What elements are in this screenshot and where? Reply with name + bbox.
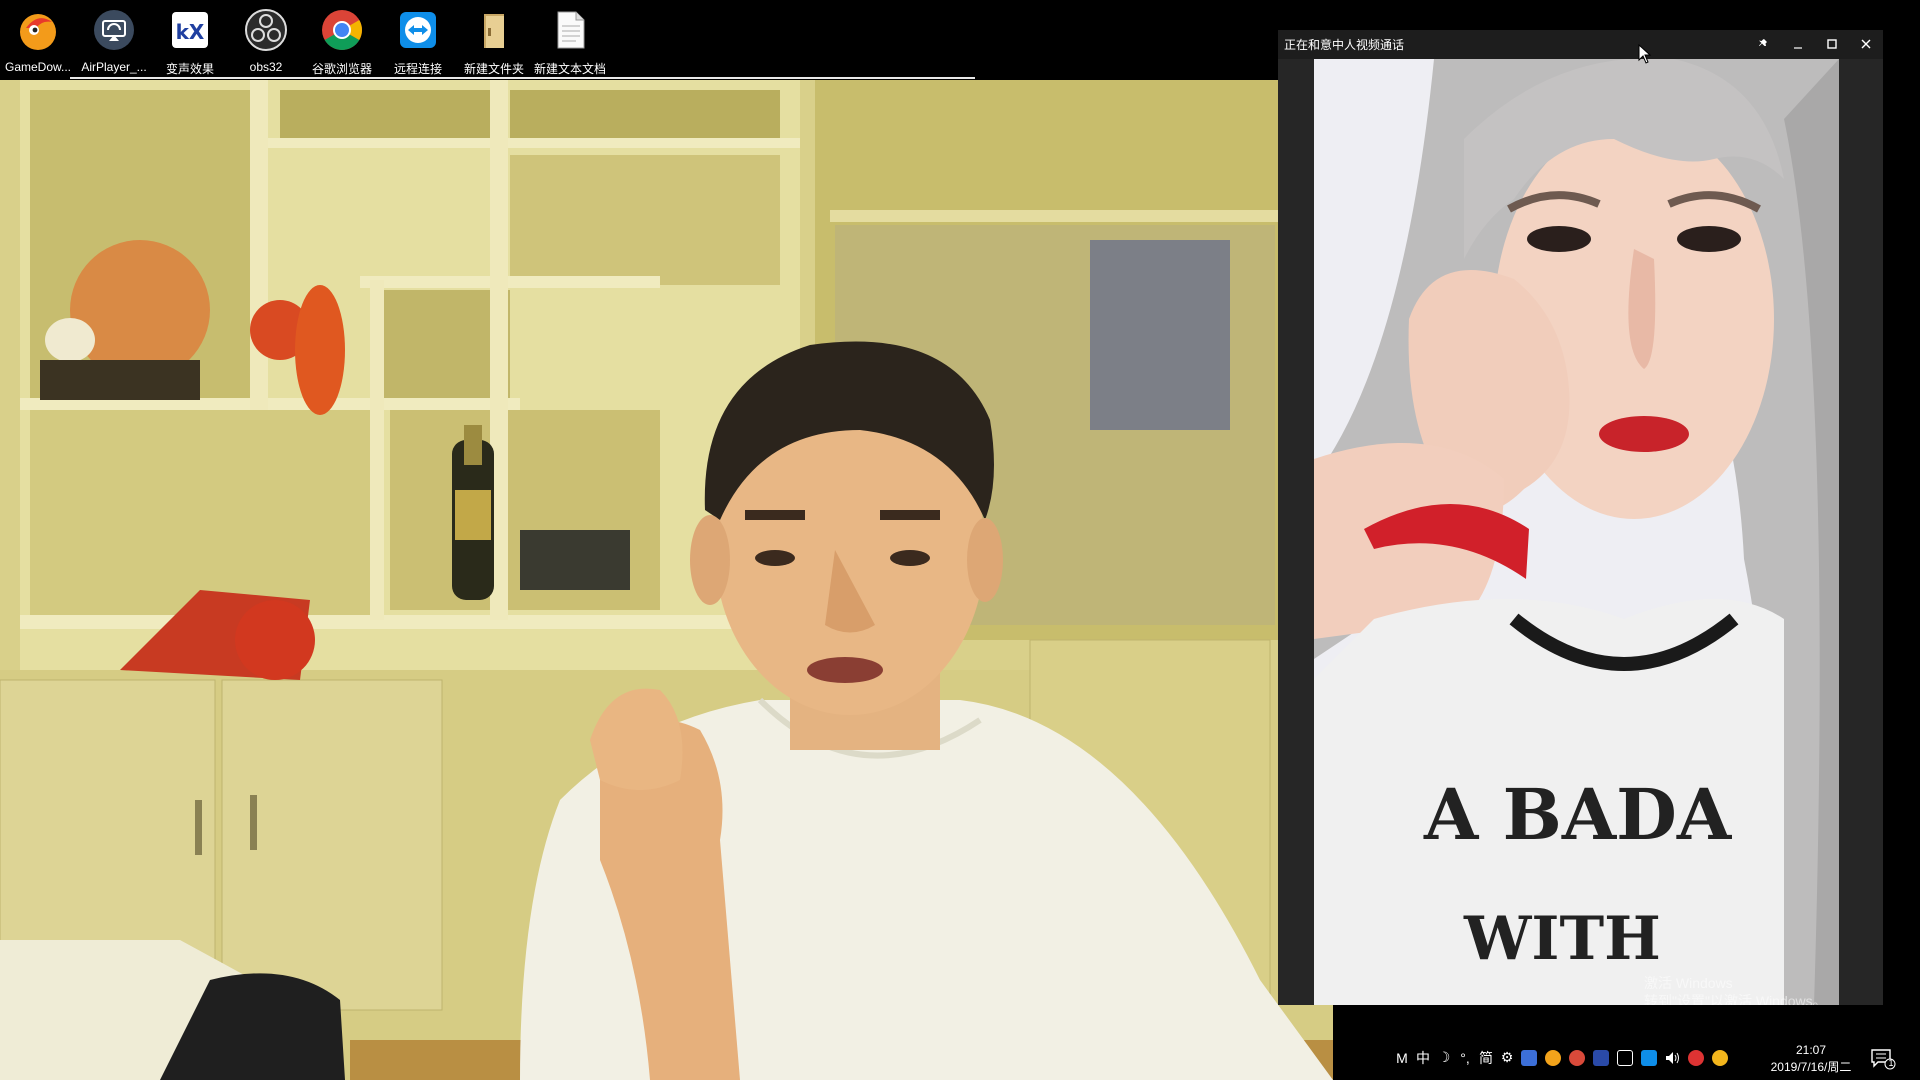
svg-text:WITH: WITH: [1463, 904, 1661, 974]
folder-icon: [470, 6, 518, 54]
clock-date: 2019/7/16/周二: [1770, 1060, 1852, 1074]
close-button[interactable]: [1849, 30, 1883, 58]
tray-ime-chinese[interactable]: 中: [1416, 1048, 1430, 1068]
call-right-strip: [1839, 59, 1883, 1005]
gamedownload-icon: [14, 6, 62, 54]
desktop-icon-airplayer[interactable]: AirPlayer_...: [76, 0, 152, 78]
tray-moon-icon[interactable]: ☽: [1437, 1048, 1451, 1068]
desktop-icon-teamviewer[interactable]: 远程连接: [380, 0, 456, 78]
desktop-icon-label: GameDow...: [4, 60, 72, 74]
tray-qq-icon[interactable]: [1545, 1049, 1561, 1066]
tray-voice-changer-icon[interactable]: [1593, 1049, 1609, 1066]
call-window-title: 正在和意中人视频通话: [1284, 37, 1405, 52]
tray-app-icon[interactable]: [1521, 1049, 1537, 1066]
clock-time: 21:07: [1795, 1043, 1827, 1057]
call-window-titlebar[interactable]: 正在和意中人视频通话: [1278, 30, 1883, 58]
desktop-icon-new-folder[interactable]: 新建文件夹: [456, 0, 532, 78]
pin-icon: [1759, 39, 1767, 46]
teamviewer-icon: [394, 6, 442, 54]
tray-simplified[interactable]: 简: [1479, 1048, 1493, 1068]
desktop-icon-label: 变声效果: [165, 62, 214, 76]
video-call-window[interactable]: 正在和意中人视频通话 A BADA WITH 激活 Windows 转到"设置"…: [1278, 30, 1883, 1005]
watermark-line-2: 转到"设置"以激活 Windows。: [1644, 993, 1827, 1005]
pin-button[interactable]: [1747, 30, 1781, 58]
maximize-button[interactable]: [1815, 30, 1849, 58]
obs-icon: [242, 6, 290, 54]
svg-text:kX: kX: [176, 20, 205, 44]
desktop-icon-obs[interactable]: obs32: [228, 0, 304, 78]
desktop-icon-label: 新建文件夹: [463, 62, 524, 76]
desktop-progress-line: [70, 77, 975, 79]
activate-windows-watermark: 激活 Windows 转到"设置"以激活 Windows。: [1644, 974, 1827, 1005]
desktop-icon-row: GameDow... AirPlayer_... kX 变声效果 obs32 谷…: [0, 0, 620, 80]
voice-changer-icon: kX: [166, 6, 214, 54]
remote-video-scene: A BADA WITH: [1314, 59, 1839, 1005]
minimize-icon: [1794, 47, 1802, 49]
tray-ime-m[interactable]: M: [1395, 1048, 1409, 1068]
webcam-scene: [0, 80, 1333, 1080]
minimize-button[interactable]: [1781, 30, 1815, 58]
text-document-icon: [546, 6, 594, 54]
desktop-icon-chrome[interactable]: 谷歌浏览器: [304, 0, 380, 78]
desktop-icon-label: 远程连接: [393, 62, 442, 76]
desktop-icon-gamedownload[interactable]: GameDow...: [0, 0, 76, 78]
notification-center-button[interactable]: 1: [1870, 1048, 1896, 1070]
call-left-strip: [1278, 59, 1314, 1005]
svg-text:A BADA: A BADA: [1423, 773, 1733, 856]
chrome-icon: [318, 6, 366, 54]
tray-punctuation[interactable]: °,: [1458, 1048, 1472, 1068]
taskbar-clock[interactable]: 21:07 2019/7/16/周二: [1765, 1042, 1857, 1076]
tray-network-icon[interactable]: [1617, 1049, 1633, 1066]
webcam-video-feed: [0, 80, 1333, 1080]
tray-security-icon[interactable]: [1688, 1049, 1704, 1066]
close-icon: [1861, 39, 1871, 49]
desktop-icon-label: obs32: [249, 60, 283, 74]
tray-volume-icon[interactable]: [1665, 1048, 1681, 1068]
notification-count: 1: [1888, 1058, 1894, 1068]
watermark-line-1: 激活 Windows: [1644, 975, 1733, 991]
desktop-icon-label: 谷歌浏览器: [311, 62, 372, 76]
mouse-cursor-icon: [1638, 44, 1652, 64]
tray-teamviewer-icon[interactable]: [1641, 1049, 1657, 1066]
remote-video-feed: A BADA WITH 激活 Windows 转到"设置"以激活 Windows…: [1314, 59, 1839, 1005]
airplayer-icon: [90, 6, 138, 54]
tray-settings-icon[interactable]: ⚙: [1500, 1048, 1514, 1068]
desktop-icon-label: AirPlayer_...: [81, 60, 147, 74]
maximize-icon: [1827, 39, 1837, 49]
desktop-icon-label: 新建文本文档: [533, 62, 606, 76]
tray-chat-icon[interactable]: [1712, 1049, 1728, 1066]
desktop-icon-new-text-document[interactable]: 新建文本文档: [532, 0, 608, 78]
tray-chrome-icon[interactable]: [1569, 1049, 1585, 1066]
desktop-icon-voice-changer[interactable]: kX 变声效果: [152, 0, 228, 78]
